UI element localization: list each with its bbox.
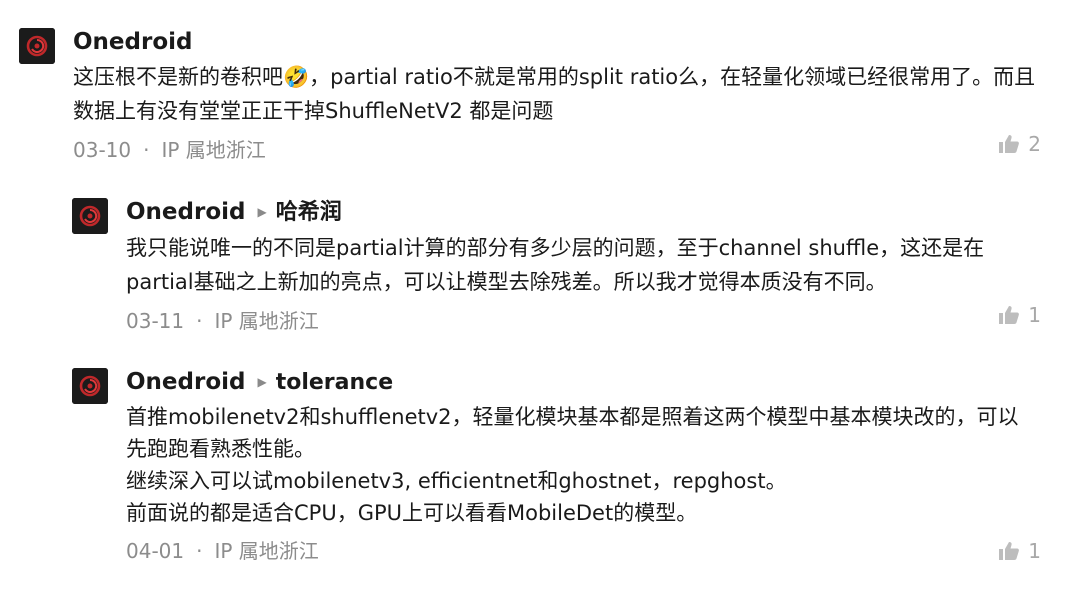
author-name[interactable]: Onedroid	[73, 29, 192, 55]
like-count: 2	[1028, 132, 1041, 156]
comment-date: 04-01	[126, 539, 185, 563]
comment-meta: 03-10 · IP 属地浙江	[73, 136, 1038, 164]
comment-paragraph: 首推mobilenetv2和shufflenetv2，轻量化模块基本都是照着这两…	[126, 405, 1019, 461]
reply-to-name[interactable]: tolerance	[276, 370, 393, 395]
avatar[interactable]	[19, 28, 55, 64]
comment-text: 我只能说唯一的不同是partial计算的部分有多少层的问题，至于channel …	[126, 231, 1038, 299]
comment-header: Onedroid ▶ tolerance	[126, 368, 1038, 397]
comment-text: 首推mobilenetv2和shufflenetv2，轻量化模块基本都是照着这两…	[126, 401, 1038, 529]
thumbs-up-icon	[998, 541, 1020, 561]
meta-separator: ·	[143, 138, 150, 162]
like-button[interactable]: 2	[998, 132, 1041, 156]
comment-text: 这压根不是新的卷积吧🤣，partial ratio不就是常用的split rat…	[73, 60, 1038, 128]
spiral-avatar-icon	[19, 28, 55, 64]
comment-date: 03-11	[126, 309, 185, 333]
ip-location: IP 属地浙江	[214, 309, 319, 333]
spiral-avatar-icon	[72, 198, 108, 234]
thumbs-up-icon	[998, 134, 1020, 154]
meta-separator: ·	[196, 539, 203, 563]
author-name[interactable]: Onedroid	[126, 199, 245, 225]
like-button[interactable]: 1	[998, 539, 1041, 563]
spiral-avatar-icon	[72, 368, 108, 404]
comment-meta: 04-01 · IP 属地浙江	[126, 537, 1038, 565]
comment-meta: 03-11 · IP 属地浙江	[126, 307, 1038, 335]
comment-paragraph: 这压根不是新的卷积吧🤣，partial ratio不就是常用的split rat…	[73, 65, 1036, 123]
like-count: 1	[1028, 303, 1041, 327]
reply-to-name[interactable]: 哈希润	[276, 200, 342, 225]
like-button[interactable]: 1	[998, 303, 1041, 327]
comment-paragraph: 我只能说唯一的不同是partial计算的部分有多少层的问题，至于channel …	[126, 236, 985, 294]
like-count: 1	[1028, 539, 1041, 563]
ip-location: IP 属地浙江	[161, 138, 266, 162]
comment-date: 03-10	[73, 138, 132, 162]
author-name[interactable]: Onedroid	[126, 369, 245, 395]
meta-separator: ·	[196, 309, 203, 333]
comment-paragraph: 前面说的都是适合CPU，GPU上可以看看MobileDet的模型。	[126, 501, 698, 525]
ip-location: IP 属地浙江	[214, 539, 319, 563]
caret-right-icon: ▶	[257, 375, 267, 389]
avatar[interactable]	[72, 368, 108, 404]
comment-header: Onedroid	[73, 28, 1038, 56]
avatar[interactable]	[72, 198, 108, 234]
caret-right-icon: ▶	[257, 205, 267, 219]
comment-paragraph: 继续深入可以试mobilenetv3, efficientnet和ghostne…	[126, 469, 787, 493]
comment-header: Onedroid ▶ 哈希润	[126, 198, 1038, 227]
thumbs-up-icon	[998, 305, 1020, 325]
